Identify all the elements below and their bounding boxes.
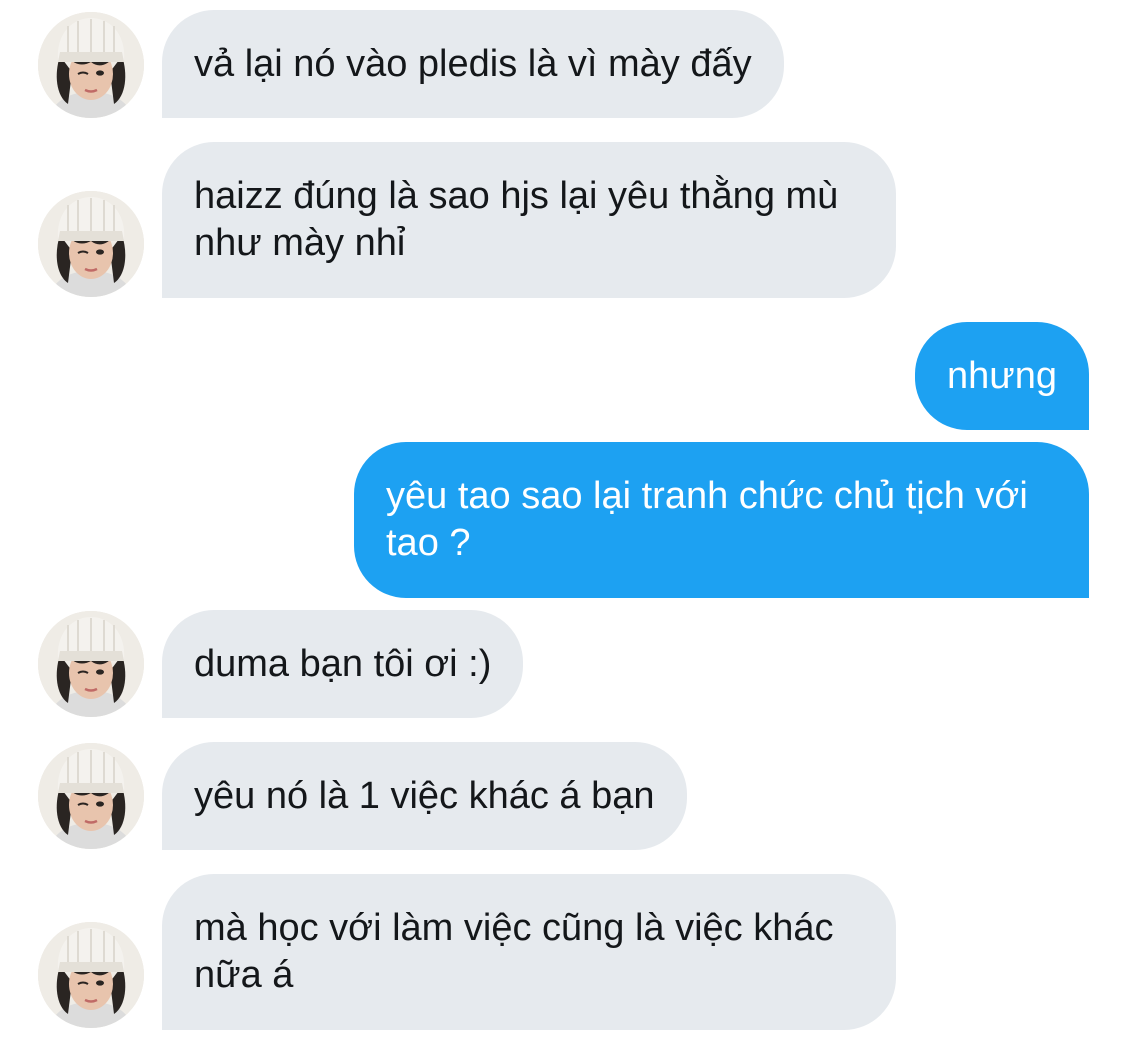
avatar-image (38, 743, 144, 849)
avatar[interactable] (38, 922, 144, 1028)
avatar-image (38, 922, 144, 1028)
message-text: yêu tao sao lại tranh chức chủ tịch với … (386, 475, 1028, 564)
message-text: yêu nó là 1 việc khác á bạn (194, 774, 655, 817)
message-text: mà học với làm việc cũng là việc khác nữ… (194, 907, 834, 996)
message-text: haizz đúng là sao hjs lại yêu thằng mù n… (194, 175, 839, 264)
message-text: vả lại nó vào pledis là vì mày đấy (194, 42, 752, 85)
avatar[interactable] (38, 743, 144, 849)
message-bubble-outgoing[interactable]: yêu tao sao lại tranh chức chủ tịch với … (354, 442, 1089, 598)
avatar[interactable] (38, 191, 144, 297)
message-bubble-incoming[interactable]: vả lại nó vào pledis là vì mày đấy (162, 10, 784, 118)
avatar[interactable] (38, 611, 144, 717)
message-text: duma bạn tôi ơi :) (194, 642, 492, 685)
avatar[interactable] (38, 12, 144, 118)
message-text: nhưng (947, 354, 1057, 397)
message-bubble-incoming[interactable]: duma bạn tôi ơi :) (162, 610, 524, 718)
avatar-image (38, 12, 144, 118)
avatar-image (38, 191, 144, 297)
message-bubble-incoming[interactable]: haizz đúng là sao hjs lại yêu thằng mù n… (162, 142, 896, 298)
message-bubble-incoming[interactable]: yêu nó là 1 việc khác á bạn (162, 742, 687, 850)
message-bubble-incoming[interactable]: mà học với làm việc cũng là việc khác nữ… (162, 874, 896, 1030)
avatar-image (38, 611, 144, 717)
message-bubble-outgoing[interactable]: nhưng (915, 322, 1089, 430)
